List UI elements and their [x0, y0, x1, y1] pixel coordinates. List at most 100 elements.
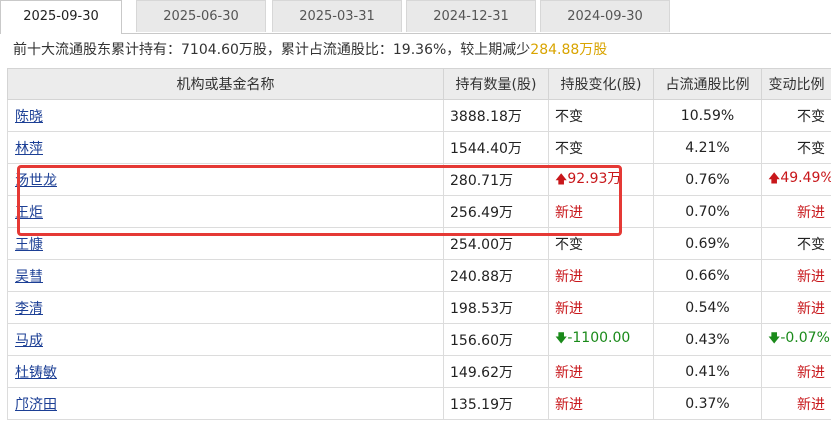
change-pct-cell: 🡅49.49%: [761, 163, 831, 196]
table-header-row: 机构或基金名称 持有数量(股) 持股变化(股) 占流通股比例 变动比例: [7, 68, 831, 100]
change-pct-cell: 不变: [761, 99, 831, 132]
share-change-cell: 新进: [548, 387, 654, 420]
float-ratio-cell: 0.66%: [653, 259, 762, 292]
tab-2024-12-31[interactable]: 2024-12-31: [406, 0, 536, 32]
float-ratio-cell: 0.69%: [653, 227, 762, 260]
shares-cell: 254.00万: [443, 227, 549, 260]
change-pct-cell: 新进: [761, 355, 831, 388]
share-change-cell: 新进: [548, 195, 654, 228]
table-row: 李清 198.53万 新进 0.54% 新进: [7, 291, 831, 324]
share-change-value: 不变: [555, 108, 583, 125]
float-ratio-cell: 0.70%: [653, 195, 762, 228]
holder-name-link[interactable]: 王炬: [15, 205, 43, 221]
shares-cell: 198.53万: [443, 291, 549, 324]
table-row: 吴彗 240.88万 新进 0.66% 新进: [7, 259, 831, 292]
tab-2025-06-30[interactable]: 2025-06-30: [136, 0, 266, 32]
share-change-value: 新进: [555, 364, 583, 381]
shareholder-table: 机构或基金名称 持有数量(股) 持股变化(股) 占流通股比例 变动比例 陈晓 38…: [7, 68, 831, 420]
table-row: 王慷 254.00万 不变 0.69% 不变: [7, 227, 831, 260]
tab-2025-09-30[interactable]: 2025-09-30: [0, 0, 122, 34]
share-change-cell: 新进: [548, 355, 654, 388]
change-pct-cell: 不变: [761, 227, 831, 260]
change-pct-value: 不变: [797, 140, 825, 157]
holder-name-cell: 杜铸敏: [7, 355, 444, 388]
change-pct-value: 不变: [797, 236, 825, 253]
share-change-cell: 不变: [548, 227, 654, 260]
holder-name-link[interactable]: 邝济田: [15, 397, 57, 413]
holder-name-cell: 吴彗: [7, 259, 444, 292]
table-row: 林萍 1544.40万 不变 4.21% 不变: [7, 131, 831, 164]
holder-name-cell: 王炬: [7, 195, 444, 228]
holder-name-cell: 马成: [7, 323, 444, 356]
holder-name-link[interactable]: 王慷: [15, 237, 43, 253]
change-pct-value: 新进: [797, 204, 825, 221]
change-pct-value: 不变: [797, 108, 825, 125]
holder-name-cell: 王慷: [7, 227, 444, 260]
holder-name-link[interactable]: 李清: [15, 301, 43, 317]
holder-name-link[interactable]: 吴彗: [15, 269, 43, 285]
col-header-change-pct: 变动比例: [761, 68, 831, 100]
shares-cell: 149.62万: [443, 355, 549, 388]
change-pct-cell: 新进: [761, 291, 831, 324]
tab-2025-03-31[interactable]: 2025-03-31: [272, 0, 402, 32]
change-pct-value: -0.07%: [780, 330, 830, 346]
change-pct-cell: 新进: [761, 387, 831, 420]
summary-change: 284.88万股: [530, 42, 608, 58]
table-row: 杜铸敏 149.62万 新进 0.41% 新进: [7, 355, 831, 388]
holder-name-link[interactable]: 汤世龙: [15, 173, 57, 189]
float-ratio-cell: 0.41%: [653, 355, 762, 388]
share-change-value: 新进: [555, 204, 583, 221]
table-row: 王炬 256.49万 新进 0.70% 新进: [7, 195, 831, 228]
up-arrow-icon: 🡅: [768, 171, 781, 185]
share-change-cell: 不变: [548, 99, 654, 132]
float-ratio-cell: 10.59%: [653, 99, 762, 132]
holder-name-cell: 李清: [7, 291, 444, 324]
change-pct-cell: 新进: [761, 259, 831, 292]
shares-cell: 1544.40万: [443, 131, 549, 164]
col-header-shares: 持有数量(股): [443, 68, 549, 100]
table-row: 陈晓 3888.18万 不变 10.59% 不变: [7, 99, 831, 132]
shares-cell: 3888.18万: [443, 99, 549, 132]
col-header-change: 持股变化(股): [548, 68, 654, 100]
share-change-value: 新进: [555, 396, 583, 413]
share-change-value: 新进: [555, 268, 583, 285]
col-header-name: 机构或基金名称: [7, 68, 444, 100]
holder-name-link[interactable]: 马成: [15, 333, 43, 349]
change-pct-cell: 不变: [761, 131, 831, 164]
col-header-ratio: 占流通股比例: [653, 68, 762, 100]
shares-cell: 156.60万: [443, 323, 549, 356]
float-ratio-cell: 4.21%: [653, 131, 762, 164]
float-ratio-cell: 0.54%: [653, 291, 762, 324]
share-change-value: 92.93万: [567, 171, 622, 187]
change-pct-value: 新进: [797, 396, 825, 413]
table-row: 汤世龙 280.71万 🡅92.93万 0.76% 🡅49.49%: [7, 163, 831, 196]
up-arrow-icon: 🡅: [555, 172, 568, 186]
holder-name-cell: 汤世龙: [7, 163, 444, 196]
down-arrow-icon: 🡇: [768, 331, 781, 345]
change-pct-value: 49.49%: [780, 170, 831, 186]
holder-name-link[interactable]: 林萍: [15, 141, 43, 157]
holder-name-cell: 邝济田: [7, 387, 444, 420]
share-change-value: 新进: [555, 300, 583, 317]
holdings-summary: 前十大流通股东累计持有：7104.60万股，累计占流通股比：19.36%，较上期…: [13, 39, 607, 59]
tab-2024-09-30[interactable]: 2024-09-30: [540, 0, 670, 32]
period-tabs: 2025-09-30 2025-06-30 2025-03-31 2024-12…: [0, 0, 831, 34]
shares-cell: 135.19万: [443, 387, 549, 420]
share-change-cell: 🡇-1100.00: [548, 323, 654, 356]
summary-text: 前十大流通股东累计持有：7104.60万股，累计占流通股比：19.36%，较上期…: [13, 42, 531, 58]
holder-name-cell: 陈晓: [7, 99, 444, 132]
float-ratio-cell: 0.37%: [653, 387, 762, 420]
change-pct-value: 新进: [797, 364, 825, 381]
holder-name-link[interactable]: 杜铸敏: [15, 365, 57, 381]
change-pct-cell: 新进: [761, 195, 831, 228]
holder-name-cell: 林萍: [7, 131, 444, 164]
holder-name-link[interactable]: 陈晓: [15, 109, 43, 125]
share-change-cell: 🡅92.93万: [548, 163, 654, 196]
share-change-cell: 新进: [548, 259, 654, 292]
share-change-cell: 不变: [548, 131, 654, 164]
share-change-value: 不变: [555, 236, 583, 253]
float-ratio-cell: 0.76%: [653, 163, 762, 196]
table-row: 邝济田 135.19万 新进 0.37% 新进: [7, 387, 831, 420]
float-ratio-cell: 0.43%: [653, 323, 762, 356]
share-change-value: 不变: [555, 140, 583, 157]
